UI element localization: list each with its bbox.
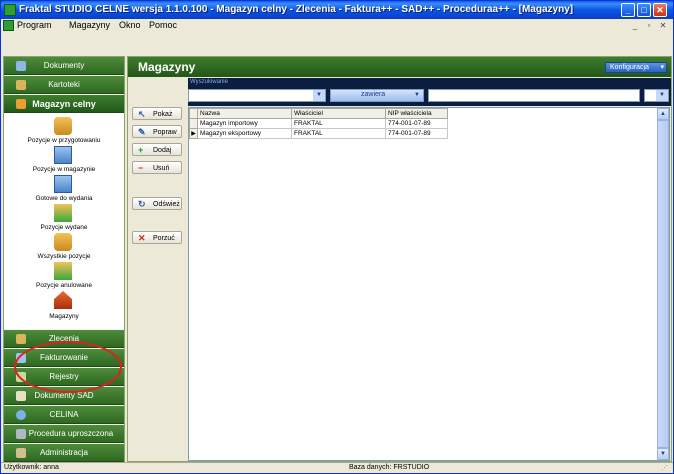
close-icon: ✕ (138, 233, 146, 243)
menu-pomoc[interactable]: Pomoc (149, 20, 177, 30)
sidebar-button-administracja[interactable]: Administracja (4, 444, 124, 462)
table-row[interactable]: Magazyn importowy FRAKTAL 774-001-07-89 (189, 118, 448, 129)
status-database: Baza danych: FRSTUDIO (349, 464, 430, 471)
minimize-button[interactable]: _ (621, 3, 635, 17)
odswiez-button[interactable]: ↻ Odśwież (132, 197, 182, 210)
refresh-icon: ↻ (138, 199, 146, 209)
porzuc-button[interactable]: ✕ Porzuć (132, 231, 182, 244)
scroll-down-icon[interactable]: ▼ (657, 448, 669, 460)
vertical-scrollbar[interactable]: ▲ ▼ (657, 108, 669, 460)
menu-bar: Program Magazyny Okno Pomoc _ ▫ ✕ (1, 19, 673, 33)
cell-wlasciciel[interactable]: FRAKTAL (291, 118, 386, 129)
app-icon (4, 4, 16, 16)
resize-grip-icon[interactable]: ⋰ (661, 464, 668, 472)
row-indicator (189, 118, 198, 129)
sidebar-button-celina[interactable]: CELINA (4, 406, 124, 424)
scroll-thumb[interactable] (657, 120, 669, 448)
search-title: Wyszukiwanie (190, 79, 228, 85)
pencil-icon: ✎ (138, 127, 146, 137)
plus-icon: + (138, 145, 144, 155)
column-header-nip[interactable]: NIP właściciela (385, 108, 448, 119)
cell-nip[interactable]: 774-001-07-89 (385, 128, 448, 139)
chevron-down-icon: ▼ (313, 90, 325, 101)
exchange-icon (54, 262, 72, 280)
document-icon (54, 146, 72, 164)
grid-header-row: Nazwa Właściciel NIP właściciela (189, 108, 448, 119)
current-row-arrow-icon: ▶ (189, 128, 198, 139)
search-options-button[interactable]: ▼ (644, 89, 669, 102)
cell-wlasciciel[interactable]: FRAKTAL (291, 128, 386, 139)
column-header-wlasciciel[interactable]: Właściciel (291, 108, 386, 119)
maximize-button[interactable]: □ (637, 3, 651, 17)
status-user: Użytkownik: anna (4, 464, 59, 471)
row-indicator-header (189, 108, 198, 119)
sidebar-button-dokumenty[interactable]: Dokumenty (4, 57, 124, 75)
chevron-down-icon: ▼ (656, 90, 668, 101)
exchange-icon (54, 204, 72, 222)
search-value-input[interactable] (428, 89, 640, 102)
app-window: Fraktal STUDIO CELNE wersja 1.1.0.100 - … (0, 0, 674, 474)
lock-icon (54, 117, 72, 135)
minus-icon: − (138, 163, 144, 173)
warehouses-grid[interactable]: Nazwa Właściciel NIP właściciela Magazyn… (188, 107, 670, 461)
cell-nazwa[interactable]: Magazyn eksportowy (197, 128, 292, 139)
search-field-select[interactable]: ▼ (188, 89, 326, 102)
dodaj-button[interactable]: + Dodaj (132, 143, 182, 156)
window-title: Fraktal STUDIO CELNE wersja 1.1.0.100 - … (19, 4, 574, 15)
scroll-up-icon[interactable]: ▲ (657, 108, 669, 120)
sidebar: Dokumenty Kartoteki Magazyn celny Pozycj… (3, 56, 125, 462)
pointer-icon: ↖ (138, 109, 146, 119)
title-bar[interactable]: Fraktal STUDIO CELNE wersja 1.1.0.100 - … (1, 1, 673, 19)
panel-header: Magazyny Konfiguracja ▾ (128, 57, 671, 77)
document-arrow-icon (54, 175, 72, 193)
mdi-app-icon[interactable] (3, 20, 14, 31)
cell-nazwa[interactable]: Magazyn importowy (197, 118, 292, 129)
grid-table: Nazwa Właściciel NIP właściciela Magazyn… (189, 108, 448, 139)
highlight-circle (14, 341, 122, 393)
lock-icon (54, 233, 72, 251)
main-panel: Magazyny Konfiguracja ▾ Wyszukiwanie ▼ z… (127, 56, 672, 462)
mdi-restore-button[interactable]: ▫ (643, 20, 655, 31)
table-row[interactable]: ▶ Magazyn eksportowy FRAKTAL 774-001-07-… (189, 128, 448, 139)
chevron-down-icon: ▼ (414, 92, 420, 98)
sidebar-button-magazyn-celny[interactable]: Magazyn celny (4, 95, 124, 113)
column-header-nazwa[interactable]: Nazwa (197, 108, 292, 119)
search-bar: Wyszukiwanie ▼ zawiera ▼ ▼ (188, 78, 671, 106)
konfiguracja-dropdown[interactable]: Konfiguracja ▾ (605, 62, 667, 73)
sidebar-button-procedura-uproszczona[interactable]: Procedura uproszczona (4, 425, 124, 443)
menu-program[interactable]: Program (17, 20, 52, 30)
menu-okno[interactable]: Okno (119, 20, 141, 30)
mdi-minimize-button[interactable]: _ (629, 20, 641, 31)
popraw-button[interactable]: ✎ Popraw (132, 125, 182, 138)
cell-nip[interactable]: 774-001-07-89 (385, 118, 448, 129)
close-button[interactable]: ✕ (653, 3, 667, 17)
search-operator-select[interactable]: zawiera ▼ (330, 89, 424, 102)
pokaz-button[interactable]: ↖ Pokaż (132, 107, 182, 120)
menu-magazyny[interactable]: Magazyny (69, 20, 110, 30)
sidebar-submenu: Pozycje w przygotowaniu Pozycje w magazy… (4, 113, 124, 329)
sidebar-button-kartoteki[interactable]: Kartoteki (4, 76, 124, 94)
page-title: Magazyny (138, 60, 196, 74)
status-bar: Użytkownik: anna Baza danych: FRSTUDIO ⋰ (1, 462, 673, 473)
chevron-down-icon: ▾ (660, 64, 664, 71)
usun-button[interactable]: − Usuń (132, 161, 182, 174)
mdi-close-button[interactable]: ✕ (657, 20, 669, 31)
house-icon (54, 291, 72, 309)
